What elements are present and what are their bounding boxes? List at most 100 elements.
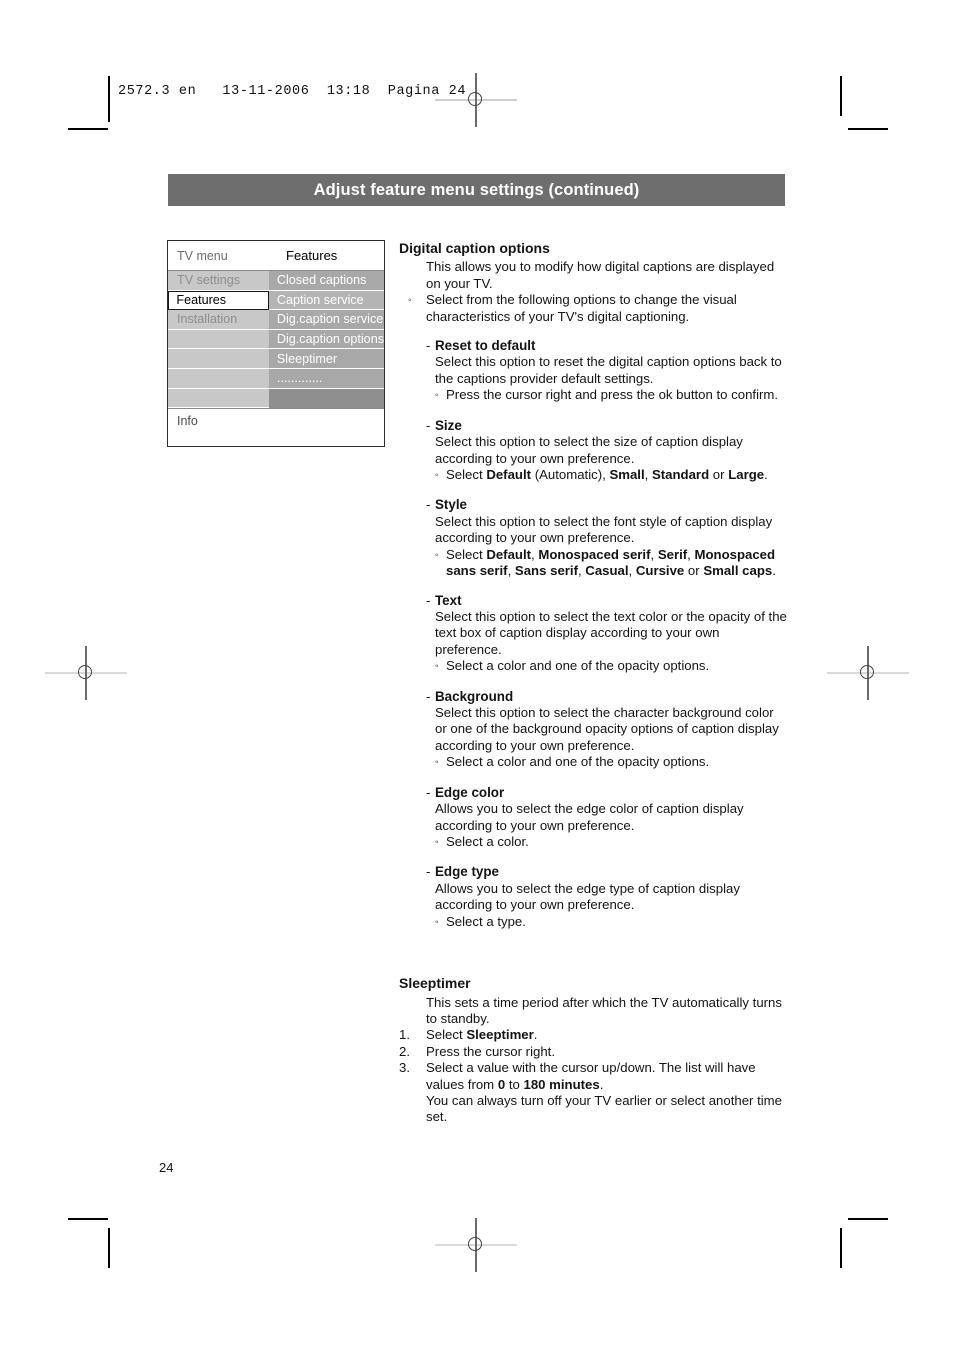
step-item: 3. Select a value with the cursor up/dow… bbox=[399, 1060, 789, 1093]
dash-icon: - bbox=[426, 784, 431, 800]
tv-menu-info-panel: Info bbox=[168, 408, 384, 446]
hollow-bullet-icon: ◦ bbox=[435, 661, 439, 673]
submenu-item-ellipsis: ............. bbox=[268, 368, 384, 389]
page-number: 24 bbox=[159, 1160, 174, 1175]
tv-menu-columns: TV settings Features Installation Closed… bbox=[168, 270, 384, 409]
option-heading: - Edge type bbox=[426, 864, 789, 880]
slug-line-text: 2572.3 en 13-11-2006 13:18 Pagina 24 bbox=[118, 84, 467, 99]
option-heading: - Reset to default bbox=[426, 338, 789, 354]
option-sub-bullet: ◦ Select Default, Monospaced serif, Seri… bbox=[435, 547, 789, 580]
option-body: Select this option to select the text co… bbox=[435, 608, 787, 657]
crop-mark-bottom-right-vertical bbox=[840, 1228, 842, 1268]
option-sub-bullet: ◦ Select a color and one of the opacity … bbox=[435, 754, 789, 772]
step-number: 3. bbox=[399, 1060, 410, 1076]
crop-mark-bottom-left-vertical bbox=[108, 1228, 110, 1268]
submenu-item-closed-captions[interactable]: Closed captions bbox=[268, 271, 384, 291]
tv-menu-header: TV menu Features bbox=[168, 241, 384, 270]
option-body: Select this option to reset the digital … bbox=[435, 354, 782, 386]
step-text: Select a value with the cursor up/down. … bbox=[426, 1060, 756, 1092]
menu-item-empty-2 bbox=[168, 349, 269, 369]
option-sub-text: Select a color. bbox=[446, 833, 529, 849]
option-style: - Style Select this option to select the… bbox=[426, 497, 789, 579]
dash-icon: - bbox=[426, 688, 431, 704]
crop-mark-top-left-horizontal bbox=[68, 128, 108, 130]
submenu-item-dig-caption-service[interactable]: Dig.caption service bbox=[268, 310, 384, 330]
option-sub-text: Select Default, Monospaced serif, Serif,… bbox=[446, 546, 776, 579]
section-title-sleeptimer: Sleeptimer bbox=[399, 975, 471, 992]
registration-mark-circle bbox=[468, 92, 482, 106]
hollow-bullet-icon: ◦ bbox=[435, 757, 439, 769]
option-text: - Text Select this option to select the … bbox=[426, 593, 789, 676]
section2-intro: This sets a time period after which the … bbox=[426, 994, 782, 1026]
option-name: Background bbox=[435, 688, 514, 704]
menu-item-installation[interactable]: Installation bbox=[168, 310, 269, 330]
option-name: Size bbox=[435, 417, 462, 433]
option-sub-text: Press the cursor right and press the ok … bbox=[446, 387, 779, 403]
option-heading: - Background bbox=[426, 689, 789, 705]
option-sub-text: Select a color and one of the opacity op… bbox=[446, 754, 710, 770]
option-edge-color: - Edge color Allows you to select the ed… bbox=[426, 785, 789, 852]
dash-icon: - bbox=[426, 417, 431, 433]
submenu-item-sleeptimer[interactable]: Sleeptimer bbox=[268, 349, 384, 369]
registration-mark-right bbox=[827, 646, 909, 700]
tv-menu-header-left: TV menu bbox=[177, 248, 228, 263]
main-content: Digital caption options This allows you … bbox=[399, 240, 789, 1126]
page-title-bar: Adjust feature menu settings (continued) bbox=[168, 174, 785, 206]
option-sub-bullet: ◦ Select a type. bbox=[435, 914, 789, 932]
sleeptimer-steps: 1. Select Sleeptimer. 2. Press the curso… bbox=[399, 1027, 789, 1125]
option-body: Allows you to select the edge type of ca… bbox=[435, 880, 740, 913]
sleeptimer-closing-text: You can always turn off your TV earlier … bbox=[426, 1093, 783, 1125]
step-number: 2. bbox=[399, 1043, 410, 1059]
section1-bullet-1-text: Select from the following options to cha… bbox=[426, 292, 737, 324]
hollow-bullet-icon: ◦ bbox=[435, 549, 439, 561]
option-sub-bullet: ◦ Press the cursor right and press the o… bbox=[435, 387, 789, 405]
option-body: Select this option to select the charact… bbox=[435, 705, 779, 753]
option-name: Edge color bbox=[435, 784, 505, 800]
tv-menu-header-right: Features bbox=[286, 248, 338, 263]
menu-item-empty-1 bbox=[168, 329, 269, 350]
option-heading: - Text bbox=[426, 593, 789, 609]
option-body: Select this option to select the size of… bbox=[435, 434, 743, 466]
dash-icon: - bbox=[426, 592, 431, 608]
registration-mark-circle bbox=[860, 665, 874, 679]
menu-item-features[interactable]: Features bbox=[168, 290, 269, 311]
section-title-digital-caption-options: Digital caption options bbox=[399, 240, 550, 256]
option-edge-type: - Edge type Allows you to select the edg… bbox=[426, 864, 789, 931]
option-name: Style bbox=[435, 497, 468, 513]
hollow-bullet-icon: ◦ bbox=[435, 916, 439, 928]
registration-mark-bottom bbox=[435, 1218, 517, 1272]
option-sub-bullet: ◦ Select Default (Automatic), Small, Sta… bbox=[435, 467, 789, 485]
hollow-bullet-icon: ◦ bbox=[435, 836, 439, 848]
registration-mark-circle bbox=[468, 1237, 482, 1251]
section-sleeptimer: Sleeptimer This sets a time period after… bbox=[399, 975, 789, 1126]
step-item: 1. Select Sleeptimer. bbox=[399, 1027, 789, 1043]
option-body: Select this option to select the font st… bbox=[435, 513, 773, 546]
option-body: Allows you to select the edge color of c… bbox=[435, 801, 744, 833]
option-sub-bullet: ◦ Select a color and one of the opacity … bbox=[435, 658, 789, 676]
option-name: Edge type bbox=[435, 864, 499, 880]
hollow-bullet-icon: ◦ bbox=[408, 295, 412, 307]
registration-mark-top bbox=[435, 73, 517, 127]
option-heading: - Edge color bbox=[426, 785, 789, 801]
menu-item-empty-3 bbox=[168, 368, 269, 389]
section1-intro: This allows you to modify how digital ca… bbox=[426, 259, 775, 291]
hollow-bullet-icon: ◦ bbox=[435, 390, 439, 402]
section1-bullet-1: ◦ Select from the following options to c… bbox=[408, 292, 789, 325]
submenu-item-dig-caption-options[interactable]: Dig.caption options bbox=[268, 329, 384, 350]
option-sub-text: Select a type. bbox=[446, 913, 526, 929]
hollow-bullet-icon: ◦ bbox=[435, 469, 439, 481]
crop-mark-top-right-vertical bbox=[840, 76, 842, 116]
submenu-item-blank bbox=[268, 388, 384, 409]
step-item: 2. Press the cursor right. bbox=[399, 1044, 789, 1060]
option-sub-text: Select Default (Automatic), Small, Stand… bbox=[446, 466, 768, 482]
step-number-spacer bbox=[399, 1093, 426, 1126]
submenu-item-caption-service[interactable]: Caption service bbox=[268, 290, 384, 311]
option-sub-bullet: ◦ Select a color. bbox=[435, 834, 789, 852]
step-text: Press the cursor right. bbox=[426, 1043, 555, 1059]
slug-rule bbox=[108, 76, 110, 122]
tv-menu-left-column: TV settings Features Installation bbox=[168, 271, 269, 409]
menu-item-tv-settings[interactable]: TV settings bbox=[168, 271, 269, 291]
step-text: Select Sleeptimer. bbox=[426, 1027, 538, 1043]
crop-mark-bottom-left-horizontal bbox=[68, 1218, 108, 1220]
registration-mark-left bbox=[45, 646, 127, 700]
